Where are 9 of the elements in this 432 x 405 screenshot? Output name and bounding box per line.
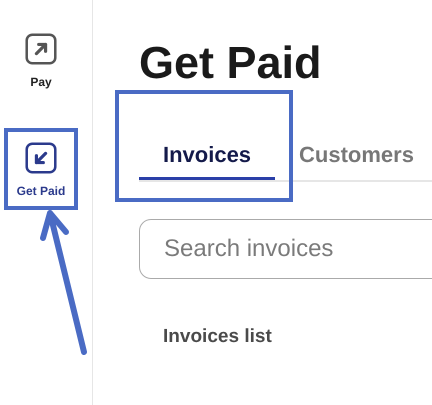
- page-title: Get Paid: [139, 36, 323, 90]
- sidebar-item[interactable]: Pay: [8, 23, 74, 91]
- arrow-square-icon: [25, 142, 57, 174]
- arrow-square-icon: [25, 33, 57, 65]
- tab[interactable]: Invoices: [139, 132, 276, 180]
- sidebar-item[interactable]: Get Paid: [8, 132, 74, 200]
- section-title: Invoices list: [163, 325, 273, 349]
- tab[interactable]: Customers: [275, 132, 432, 180]
- search-field[interactable]: Search invoices: [139, 219, 432, 279]
